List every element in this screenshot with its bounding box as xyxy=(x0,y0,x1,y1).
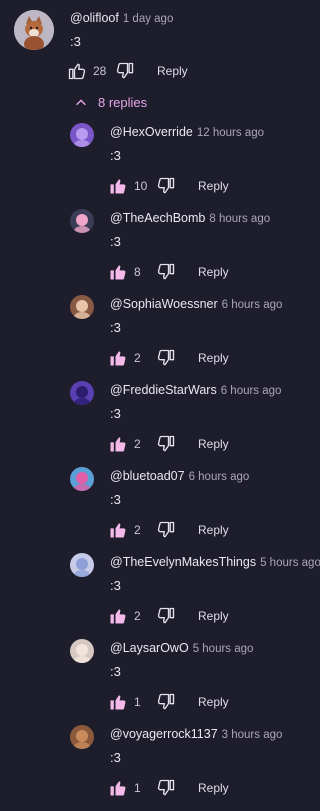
dislike-outline-icon[interactable] xyxy=(156,348,176,368)
reply-author[interactable]: @LaysarOwO 5 hours ago xyxy=(110,641,253,655)
reply-actions: 2 Reply xyxy=(108,434,229,454)
pink-character-avatar-icon[interactable] xyxy=(70,209,94,233)
like-filled-icon[interactable] xyxy=(108,176,128,196)
reply-text: :3 xyxy=(110,578,121,593)
author-name[interactable]: @olifloof xyxy=(70,11,119,25)
reply-actions: 1 Reply xyxy=(108,778,229,798)
like-count: 10 xyxy=(134,179,148,193)
reply-author[interactable]: @voyagerrock1137 3 hours ago xyxy=(110,727,282,741)
reply-button[interactable]: Reply xyxy=(198,523,229,537)
comment-time[interactable]: 12 hours ago xyxy=(197,127,264,139)
like-count: 28 xyxy=(93,64,107,78)
anime-avatar-icon[interactable] xyxy=(70,639,94,663)
comment-time[interactable]: 3 hours ago xyxy=(222,729,283,741)
author-name[interactable]: @bluetoad07 xyxy=(110,469,185,483)
reply-button[interactable]: Reply xyxy=(198,179,229,193)
like-filled-icon[interactable] xyxy=(108,606,128,626)
dislike-outline-icon[interactable] xyxy=(156,434,176,454)
like-count: 8 xyxy=(134,265,141,279)
comment-time[interactable]: 6 hours ago xyxy=(222,299,283,311)
like-filled-icon[interactable] xyxy=(108,778,128,798)
like-outline-icon[interactable] xyxy=(67,61,87,81)
like-filled-icon[interactable] xyxy=(108,262,128,282)
reply-author[interactable]: @SophiaWoessner 6 hours ago xyxy=(110,297,282,311)
author-name[interactable]: @voyagerrock1137 xyxy=(110,727,218,741)
colorful-avatar-icon[interactable] xyxy=(70,467,94,491)
reply-button[interactable]: Reply xyxy=(198,781,229,795)
reply-author[interactable]: @FreddieStarWars 6 hours ago xyxy=(110,383,281,397)
like-filled-icon[interactable] xyxy=(108,520,128,540)
dislike-outline-icon[interactable] xyxy=(156,176,176,196)
fox-avatar-icon[interactable] xyxy=(14,10,54,50)
replies-count-label: 8 replies xyxy=(98,95,148,110)
author-name[interactable]: @LaysarOwO xyxy=(110,641,189,655)
author-name[interactable]: @FreddieStarWars xyxy=(110,383,217,397)
reply-text: :3 xyxy=(110,148,121,163)
author-name[interactable]: @TheEvelynMakesThings xyxy=(110,555,256,569)
reply-text: :3 xyxy=(110,492,121,507)
reply-actions: 2 Reply xyxy=(108,606,229,626)
reply-author[interactable]: @TheEvelynMakesThings 5 hours ago xyxy=(110,555,320,569)
comment-time[interactable]: 6 hours ago xyxy=(221,385,282,397)
planet-avatar-icon[interactable] xyxy=(70,381,94,405)
replies-toggle-button[interactable]: 8 replies xyxy=(74,95,147,110)
reply-actions: 10 Reply xyxy=(108,176,229,196)
reply-button[interactable]: Reply xyxy=(198,695,229,709)
comment-author[interactable]: @olifloof 1 day ago xyxy=(70,11,173,25)
reply-actions: 1 Reply xyxy=(108,692,229,712)
reply-button[interactable]: Reply xyxy=(198,437,229,451)
reply-author[interactable]: @bluetoad07 6 hours ago xyxy=(110,469,249,483)
comment-actions: 28 Reply xyxy=(67,61,188,81)
reply-button[interactable]: Reply xyxy=(198,351,229,365)
rock-avatar-icon[interactable] xyxy=(70,725,94,749)
purple-cat-avatar-icon[interactable] xyxy=(70,123,94,147)
like-count: 2 xyxy=(134,351,141,365)
reply-text: :3 xyxy=(110,320,121,335)
comment-text: :3 xyxy=(70,34,81,49)
dislike-outline-icon[interactable] xyxy=(156,692,176,712)
reply-author[interactable]: @TheAechBomb 8 hours ago xyxy=(110,211,270,225)
like-count: 2 xyxy=(134,523,141,537)
like-count: 2 xyxy=(134,609,141,623)
dislike-outline-icon[interactable] xyxy=(156,778,176,798)
reply-button[interactable]: Reply xyxy=(157,64,188,78)
comment-time[interactable]: 6 hours ago xyxy=(189,471,250,483)
reply-text: :3 xyxy=(110,664,121,679)
comment-time[interactable]: 1 day ago xyxy=(123,13,174,25)
reply-actions: 2 Reply xyxy=(108,520,229,540)
reply-actions: 2 Reply xyxy=(108,348,229,368)
author-name[interactable]: @TheAechBomb xyxy=(110,211,205,225)
author-name[interactable]: @HexOverride xyxy=(110,125,193,139)
reply-text: :3 xyxy=(110,406,121,421)
reply-text: :3 xyxy=(110,234,121,249)
author-name[interactable]: @SophiaWoessner xyxy=(110,297,218,311)
reply-actions: 8 Reply xyxy=(108,262,229,282)
reply-button[interactable]: Reply xyxy=(198,265,229,279)
like-filled-icon[interactable] xyxy=(108,434,128,454)
reply-author[interactable]: @HexOverride 12 hours ago xyxy=(110,125,264,139)
reply-button[interactable]: Reply xyxy=(198,609,229,623)
like-filled-icon[interactable] xyxy=(108,348,128,368)
chevron-up-icon xyxy=(74,96,88,110)
white-creature-avatar-icon[interactable] xyxy=(70,553,94,577)
comment-time[interactable]: 5 hours ago xyxy=(260,557,320,569)
like-count: 2 xyxy=(134,437,141,451)
reply-text: :3 xyxy=(110,750,121,765)
like-filled-icon[interactable] xyxy=(108,692,128,712)
like-count: 1 xyxy=(134,781,141,795)
comment-time[interactable]: 5 hours ago xyxy=(193,643,254,655)
dislike-outline-icon[interactable] xyxy=(115,61,135,81)
like-count: 1 xyxy=(134,695,141,709)
dislike-outline-icon[interactable] xyxy=(156,262,176,282)
person-avatar-icon[interactable] xyxy=(70,295,94,319)
dislike-outline-icon[interactable] xyxy=(156,606,176,626)
comment-time[interactable]: 8 hours ago xyxy=(209,213,270,225)
dislike-outline-icon[interactable] xyxy=(156,520,176,540)
